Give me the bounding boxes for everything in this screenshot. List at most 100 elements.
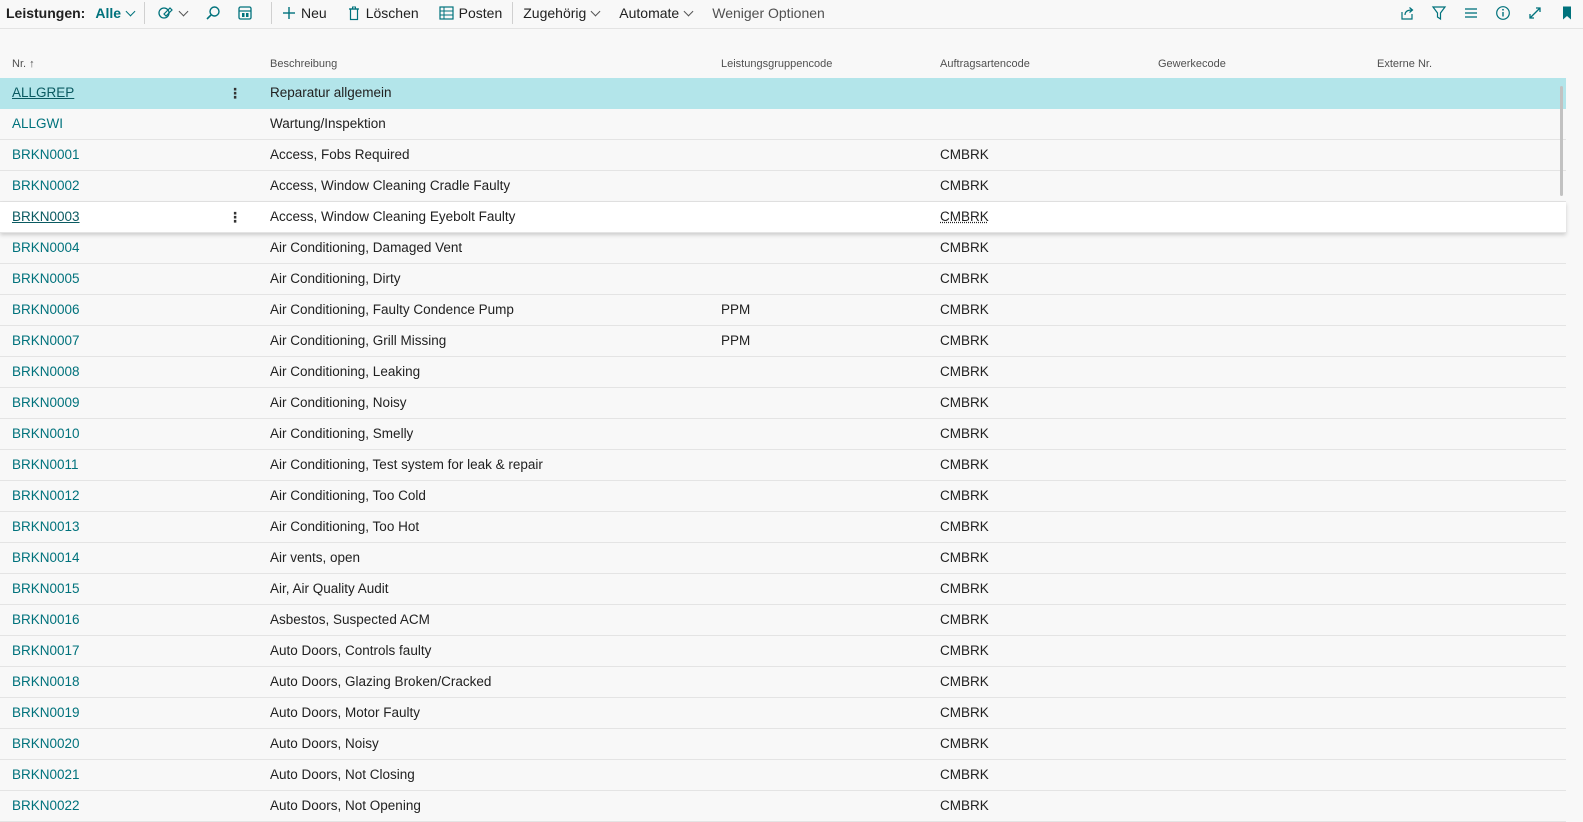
table-row[interactable]: BRKN0001 Access, Fobs Required CMBRK: [0, 140, 1566, 171]
row-beschreibung: Air Conditioning, Grill Missing: [270, 333, 447, 348]
view-filter-label: Alle: [95, 5, 122, 21]
column-header-gewerkecode[interactable]: Gewerkecode: [1158, 58, 1226, 70]
table-row[interactable]: BRKN0010 Air Conditioning, Smelly CMBRK: [0, 419, 1566, 450]
new-button-label: Neu: [301, 5, 327, 21]
row-nr-link[interactable]: BRKN0012: [12, 481, 80, 511]
row-auftragsartencode: CMBRK: [940, 581, 989, 596]
row-nr-link[interactable]: ALLGWI: [12, 109, 63, 139]
row-nr-link[interactable]: ALLGREP: [12, 78, 74, 108]
row-nr-link[interactable]: BRKN0006: [12, 295, 80, 325]
table-row[interactable]: BRKN0016 Asbestos, Suspected ACM CMBRK: [0, 605, 1566, 636]
table-row[interactable]: BRKN0011 Air Conditioning, Test system fo…: [0, 450, 1566, 481]
automate-menu[interactable]: Automate: [619, 0, 694, 26]
row-auftragsartencode: CMBRK: [940, 364, 989, 379]
column-header-leistungsgruppencode[interactable]: Leistungsgruppencode: [721, 58, 832, 70]
table-row[interactable]: ALLGREP ⋮ Reparatur allgemein: [0, 78, 1566, 109]
row-nr-link[interactable]: BRKN0014: [12, 543, 80, 573]
toolbar-separator-line: [0, 28, 1583, 29]
new-button[interactable]: Neu: [282, 0, 327, 26]
column-header-nr[interactable]: Nr. ↑: [12, 58, 35, 70]
table-row[interactable]: BRKN0003 ⋮ Access, Window Cleaning Eyebolt…: [0, 202, 1566, 233]
vertical-scrollbar[interactable]: [1560, 86, 1563, 196]
bookmark-button[interactable]: [1551, 0, 1583, 26]
column-header-externe-nr[interactable]: Externe Nr.: [1377, 58, 1432, 70]
table-row[interactable]: BRKN0004 Air Conditioning, Damaged Vent CM…: [0, 233, 1566, 264]
filter-button[interactable]: [1423, 0, 1455, 26]
row-nr-link[interactable]: BRKN0009: [12, 388, 80, 418]
row-nr-link[interactable]: BRKN0019: [12, 698, 80, 728]
row-nr-link[interactable]: BRKN0008: [12, 357, 80, 387]
table-row[interactable]: BRKN0005 Air Conditioning, Dirty CMBRK: [0, 264, 1566, 295]
expand-icon: [1529, 7, 1541, 19]
analyze-button[interactable]: [229, 0, 261, 26]
row-nr-link[interactable]: BRKN0010: [12, 419, 80, 449]
row-nr-link[interactable]: BRKN0013: [12, 512, 80, 542]
row-nr-link[interactable]: BRKN0002: [12, 171, 80, 201]
row-nr-link[interactable]: BRKN0011: [12, 450, 79, 480]
entries-button-label: Posten: [458, 5, 503, 21]
row-nr-link[interactable]: BRKN0016: [12, 605, 80, 635]
automate-menu-label: Automate: [619, 5, 680, 21]
table-row[interactable]: BRKN0007 Air Conditioning, Grill Missing P…: [0, 326, 1566, 357]
edit-view-icon: [157, 7, 173, 19]
table-row[interactable]: BRKN0006 Air Conditioning, Faulty Condenc…: [0, 295, 1566, 326]
row-beschreibung: Air Conditioning, Damaged Vent: [270, 240, 463, 255]
analyze-icon: [238, 6, 252, 20]
info-button[interactable]: [1487, 0, 1519, 26]
row-nr-link[interactable]: BRKN0015: [12, 574, 80, 604]
column-header-auftragsartencode[interactable]: Auftragsartencode: [940, 58, 1030, 70]
row-auftragsartencode: CMBRK: [940, 178, 989, 193]
row-nr-link[interactable]: BRKN0020: [12, 729, 80, 759]
table-row[interactable]: BRKN0002 Access, Window Cleaning Cradle F…: [0, 171, 1566, 202]
row-actions-icon[interactable]: ⋮: [228, 202, 242, 232]
trash-icon: [348, 6, 359, 20]
row-beschreibung: Wartung/Inspektion: [270, 116, 386, 131]
row-beschreibung: Auto Doors, Motor Faulty: [270, 705, 421, 720]
table-row[interactable]: BRKN0018 Auto Doors, Glazing Broken/Crack…: [0, 667, 1566, 698]
related-menu[interactable]: Zugehörig: [523, 0, 601, 26]
expand-button[interactable]: [1519, 0, 1551, 26]
view-filter-dropdown[interactable]: Alle: [95, 0, 136, 26]
table-row[interactable]: BRKN0012 Air Conditioning, Too Cold CMBRK: [0, 481, 1566, 512]
list-body: ALLGREP ⋮ Reparatur allgemein ALLGWI Wartung…: [0, 78, 1566, 822]
row-nr-link[interactable]: BRKN0021: [12, 760, 80, 790]
table-row[interactable]: ALLGWI Wartung/Inspektion: [0, 109, 1566, 140]
share-button[interactable]: [1391, 0, 1423, 26]
row-beschreibung: Asbestos, Suspected ACM: [270, 612, 430, 627]
table-row[interactable]: BRKN0017 Auto Doors, Controls faulty CMBRK: [0, 636, 1566, 667]
row-nr-link[interactable]: BRKN0017: [12, 636, 80, 666]
row-nr-link[interactable]: BRKN0005: [12, 264, 80, 294]
edit-view-button[interactable]: [155, 0, 189, 26]
table-row[interactable]: BRKN0019 Auto Doors, Motor Faulty CMBRK: [0, 698, 1566, 729]
column-header-beschreibung[interactable]: Beschreibung: [270, 58, 337, 70]
table-row[interactable]: BRKN0014 Air vents, open CMBRK: [0, 543, 1566, 574]
row-beschreibung: Auto Doors, Noisy: [270, 736, 379, 751]
row-auftragsartencode: CMBRK: [940, 426, 989, 441]
row-nr-link[interactable]: BRKN0022: [12, 791, 80, 821]
row-nr-link[interactable]: BRKN0018: [12, 667, 80, 697]
row-auftragsartencode: CMBRK: [940, 674, 989, 689]
row-nr-link[interactable]: BRKN0003: [12, 202, 80, 232]
row-nr-link[interactable]: BRKN0007: [12, 326, 80, 356]
table-row[interactable]: BRKN0021 Auto Doors, Not Closing CMBRK: [0, 760, 1566, 791]
entries-button[interactable]: Posten: [439, 0, 503, 26]
row-beschreibung: Reparatur allgemein: [270, 85, 392, 100]
row-nr-link[interactable]: BRKN0004: [12, 233, 80, 263]
bookmark-icon: [1563, 6, 1571, 20]
related-menu-label: Zugehörig: [523, 5, 587, 21]
delete-button[interactable]: Löschen: [347, 0, 419, 26]
row-auftragsartencode: CMBRK: [940, 240, 989, 255]
row-nr-link[interactable]: BRKN0001: [12, 140, 80, 170]
row-auftragsartencode: CMBRK: [940, 271, 989, 286]
table-row[interactable]: BRKN0008 Air Conditioning, Leaking CMBRK: [0, 357, 1566, 388]
list-view-button[interactable]: [1455, 0, 1487, 26]
row-actions-icon[interactable]: ⋮: [228, 78, 242, 108]
table-row[interactable]: BRKN0009 Air Conditioning, Noisy CMBRK: [0, 388, 1566, 419]
row-auftragsartencode: CMBRK: [940, 333, 989, 348]
table-row[interactable]: BRKN0013 Air Conditioning, Too Hot CMBRK: [0, 512, 1566, 543]
table-row[interactable]: BRKN0020 Auto Doors, Noisy CMBRK: [0, 729, 1566, 760]
table-row[interactable]: BRKN0015 Air, Air Quality Audit CMBRK: [0, 574, 1566, 605]
row-beschreibung: Air Conditioning, Faulty Condence Pump: [270, 302, 514, 317]
search-button[interactable]: [197, 0, 229, 26]
fewer-options-button[interactable]: Weniger Optionen: [712, 0, 825, 26]
